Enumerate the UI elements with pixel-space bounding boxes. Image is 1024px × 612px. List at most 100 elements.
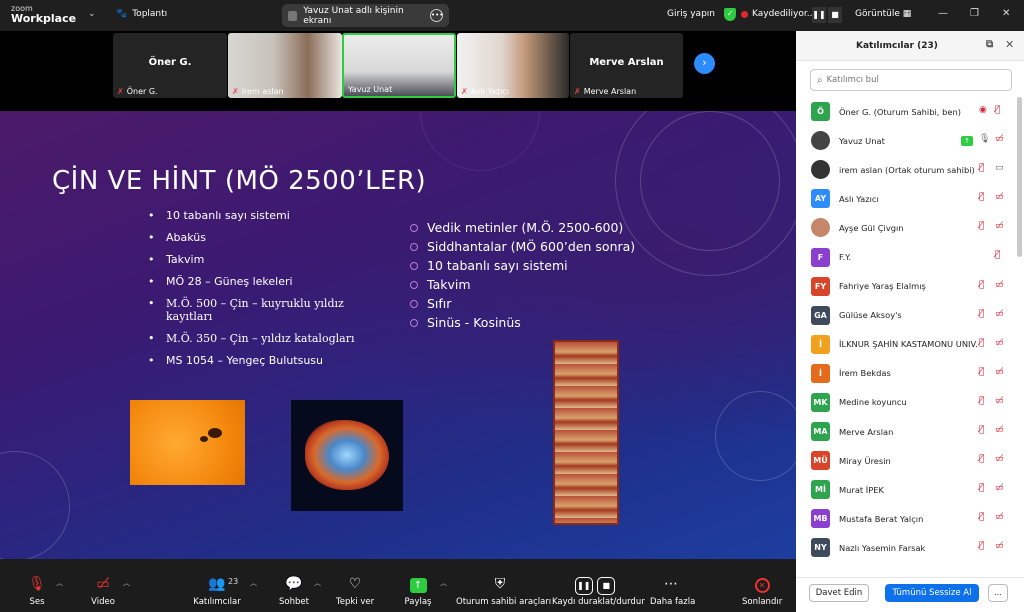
invite-button[interactable]: Davet Edin	[809, 584, 869, 602]
participants-options-chevron[interactable]: ︿	[250, 559, 258, 612]
participant-name: irem aslan (Ortak oturum sahibi)	[839, 164, 975, 175]
mic-muted-icon: 🎙̸	[979, 221, 985, 232]
participant-row[interactable]: İ İLKNUR ŞAHİN KASTAMONU UNIV... 🎙̸ ▭̸	[796, 330, 1017, 359]
close-icon[interactable]: ✕	[1005, 38, 1014, 51]
list-item: M.Ö. 500 – Çin – kuyruklu yıldız kayıtla…	[148, 297, 358, 323]
mic-muted-icon: 🎙̸	[979, 483, 985, 494]
panel-header: Katılımcılar (23) ⧉ ✕	[796, 31, 1024, 61]
more-button[interactable]: ⋯ Daha fazla	[650, 559, 695, 612]
thumbnail-yavuz[interactable]: Yavuz Unat	[342, 33, 456, 98]
chevron-down-icon[interactable]: ⌄	[88, 9, 96, 19]
signin-link[interactable]: Giriş yapın	[667, 9, 715, 19]
participant-name: Ayşe Gül Çivgın	[839, 222, 904, 233]
shield-icon: ⛨	[494, 576, 506, 592]
stop-icon[interactable]: ■	[828, 7, 842, 23]
audio-button[interactable]: 🎙 Ses	[22, 559, 52, 612]
list-item: 10 tabanlı sayı sistemi	[410, 259, 640, 273]
pause-icon[interactable]: ❚❚	[812, 7, 826, 23]
meeting-info-button[interactable]: 🐾 Toplantı	[116, 9, 167, 19]
avatar: FY	[811, 276, 830, 296]
thumbnail-name-large: Öner G.	[148, 57, 192, 68]
participant-name: İLKNUR ŞAHİN KASTAMONU UNIV...	[839, 339, 977, 350]
more-options-icon[interactable]: •••	[430, 9, 443, 22]
participant-row[interactable]: İ İrem Bekdas 🎙̸ ▭̸	[796, 359, 1017, 388]
participants-button[interactable]: 👥 23 Katılımcılar	[192, 559, 242, 612]
paw-icon: 🐾	[116, 9, 128, 19]
participant-row[interactable]: MB Mustafa Berat Yalçın 🎙̸ ▭̸	[796, 504, 1017, 533]
video-off-icon: ▭̸	[995, 366, 1004, 377]
participant-name: Öner G. (Oturum Sahibi, ben)	[839, 106, 961, 117]
popout-icon[interactable]: ⧉	[986, 39, 993, 50]
mic-muted-icon: 🎙̸	[979, 308, 985, 319]
thumbnail-name: Yavuz Unat	[348, 85, 393, 94]
video-thumbnail-strip: Öner G. ✗ Öner G. ✗ irem aslan Yavuz Unat …	[0, 31, 796, 111]
list-item: Siddhantalar (MÖ 600’den sonra)	[410, 240, 640, 254]
participant-row[interactable]: Mİ Murat İPEK 🎙̸ ▭̸	[796, 475, 1017, 504]
end-label: Sonlandır	[742, 597, 783, 607]
video-off-icon: ▭̸	[995, 221, 1004, 232]
react-button[interactable]: ♡ Tepki ver	[336, 559, 374, 612]
close-icon[interactable]: ✕	[1002, 8, 1010, 19]
share-label: Yavuz Unat adlı kişinin ekranı	[303, 5, 404, 26]
restore-icon[interactable]: ❐	[970, 8, 979, 19]
video-label: Video	[91, 597, 115, 607]
participant-row[interactable]: Ö Öner G. (Oturum Sahibi, ben) ◉ 🎙̸	[796, 97, 1017, 126]
china-list: 10 tabanlı sayı sistemi Abaküs Takvim MÖ…	[148, 209, 358, 376]
heart-icon: ♡	[348, 576, 362, 592]
avatar	[811, 218, 830, 238]
pause-recording-button[interactable]: ❚❚ ■ Kaydı duraklat/durdur	[552, 559, 645, 612]
host-tools-button[interactable]: ⛨ Oturum sahibi araçları	[456, 559, 551, 612]
more-options-button[interactable]: ...	[988, 584, 1008, 602]
participant-row[interactable]: F F.Y. 🎙̸	[796, 242, 1017, 271]
screen-share-indicator[interactable]: Yavuz Unat adlı kişinin ekranı •••	[282, 4, 449, 27]
view-button[interactable]: Görüntüle ▦	[855, 9, 911, 19]
panel-scrollbar[interactable]	[1017, 97, 1022, 567]
participant-row[interactable]: NY Nazlı Yasemin Farsak 🎙̸ ▭̸	[796, 533, 1017, 562]
participant-row[interactable]: FY Fahriye Yaraş Elalmış 🎙̸ ▭̸	[796, 272, 1017, 301]
mute-all-button[interactable]: Tümünü Sessize Al	[885, 584, 979, 602]
zoom-logo: zoom Workplace	[11, 4, 76, 24]
search-input[interactable]	[826, 75, 997, 85]
avatar: MB	[811, 509, 830, 529]
video-options-chevron[interactable]: ︿	[123, 559, 131, 612]
avatar: GA	[811, 305, 830, 325]
participant-row[interactable]: irem aslan (Ortak oturum sahibi) 🎙̸ ▭	[796, 155, 1017, 184]
audio-options-chevron[interactable]: ︿	[56, 559, 64, 612]
title-bar: zoom Workplace ⌄ 🐾 Toplantı Yavuz Unat a…	[0, 0, 1024, 31]
participant-row[interactable]: GA Gülüse Aksoy's 🎙̸ ▭̸	[796, 301, 1017, 330]
video-off-icon: ▭̸	[995, 337, 1004, 348]
share-button[interactable]: ↑ Paylaş	[402, 559, 434, 612]
participant-row[interactable]: AY Aslı Yazıcı 🎙̸ ▭̸	[796, 184, 1017, 213]
thumbnail-oner[interactable]: Öner G. ✗ Öner G.	[113, 33, 227, 98]
thumbnail-asli[interactable]: ✗ Aslı Yazıcı	[457, 33, 569, 98]
participant-row[interactable]: Ayşe Gül Çivgın 🎙̸ ▭̸	[796, 213, 1017, 242]
video-off-icon: ▭̸	[995, 308, 1004, 319]
thumbnail-merve[interactable]: Merve Arslan ✗ Merve Arslan	[570, 33, 683, 98]
share-options-chevron[interactable]: ︿	[440, 559, 448, 612]
mic-muted-icon: ✗	[117, 87, 124, 96]
shield-icon[interactable]: ✓	[724, 8, 736, 21]
sunspot-image	[130, 400, 245, 485]
next-page-button[interactable]: ›	[694, 53, 715, 74]
minimize-icon[interactable]: —	[938, 8, 948, 19]
avatar: NY	[811, 538, 830, 558]
thumbnail-name: irem aslan	[241, 87, 284, 96]
scrollbar-thumb[interactable]	[1017, 97, 1022, 257]
participant-row[interactable]: MÜ Miray Üresin 🎙̸ ▭̸	[796, 446, 1017, 475]
participant-row[interactable]: Yavuz Unat ↑ 🎙 ▭̸	[796, 126, 1017, 155]
participant-search: ⌕	[810, 69, 1012, 91]
participant-row[interactable]: MA Merve Arslan 🎙̸ ▭̸	[796, 417, 1017, 446]
chat-button[interactable]: 💬 Sohbet	[278, 559, 310, 612]
audio-label: Ses	[29, 597, 45, 607]
avatar	[811, 131, 830, 151]
screen-share-icon: ↑	[961, 136, 973, 147]
chat-options-chevron[interactable]: ︿	[314, 559, 322, 612]
list-item: MÖ 28 – Güneş lekeleri	[148, 275, 358, 288]
avatar: F	[811, 247, 830, 267]
participant-row[interactable]: ÖYÖmer Y.🎙̸▭̸	[796, 563, 1017, 568]
end-button[interactable]: ✕ Sonlandır	[742, 559, 782, 612]
participant-row[interactable]: MK Medine koyuncu 🎙̸ ▭̸	[796, 388, 1017, 417]
video-button[interactable]: ▭̸ Video	[88, 559, 118, 612]
thumbnail-irem[interactable]: ✗ irem aslan	[228, 33, 342, 98]
chevron-up-icon: ︿	[314, 579, 321, 587]
